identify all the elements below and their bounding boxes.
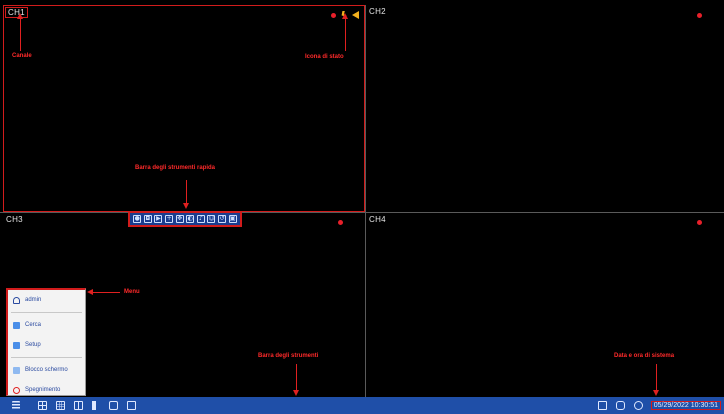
annotation-arrow [183, 203, 189, 209]
zoom-icon[interactable]: + [165, 215, 174, 223]
annotation-arrow [293, 390, 299, 396]
network-icon[interactable] [597, 401, 607, 410]
annotation-datetime: Data e ora di sistema [614, 353, 675, 359]
menu-separator [11, 312, 82, 313]
volume-icon[interactable] [92, 401, 100, 410]
layout-9-icon[interactable] [56, 401, 65, 410]
menu-item-label: Setup [25, 342, 41, 348]
color-icon[interactable]: ◐ [186, 215, 195, 223]
menu-item-label: Blocco schermo [25, 367, 68, 373]
image-icon[interactable] [127, 401, 136, 410]
grid-divider [0, 212, 724, 213]
audio-icon[interactable]: ♪ [196, 215, 205, 223]
record-icon[interactable]: ● [133, 215, 142, 223]
channel-cell-4[interactable]: CH4 [366, 213, 724, 397]
face-icon[interactable]: ☺ [207, 215, 216, 223]
start-menu: admin Cerca Setup Blocco schermo Spegnim… [6, 288, 86, 396]
annotation-arrow [653, 390, 659, 396]
ptz-icon[interactable]: ✥ [175, 215, 184, 223]
annotation-status: Icona di stato [305, 54, 344, 60]
record-status-icon [331, 12, 336, 18]
channel-cell-1[interactable]: CH1 [3, 5, 365, 212]
channel-label: CH2 [369, 7, 386, 16]
annotation-line [656, 364, 657, 392]
menu-item-user[interactable]: admin [8, 290, 85, 310]
annotation-quickbar: Barra degli strumenti rapida [135, 165, 216, 171]
power-icon [13, 386, 20, 394]
record-status-icon [338, 220, 343, 225]
menu-item-lock-screen[interactable]: Blocco schermo [8, 360, 85, 380]
annotation-arrow [342, 13, 348, 19]
annotation-arrow [87, 289, 93, 295]
user-icon [13, 296, 20, 304]
menu-item-setup[interactable]: Setup [8, 335, 85, 355]
setup-icon [13, 341, 20, 349]
lock-screen-icon [13, 366, 20, 374]
annotation-line [296, 364, 297, 392]
layout-4-icon[interactable] [38, 401, 47, 410]
grid-divider [365, 5, 366, 397]
menu-separator [11, 357, 82, 358]
menu-item-label: Cerca [25, 322, 42, 328]
annotation-toolbar: Barra degli strumenti [258, 353, 319, 359]
taskbar: 05/29/2022 10:30:51 [0, 397, 724, 414]
sequence-icon[interactable] [74, 401, 83, 410]
annotation-line [20, 17, 21, 51]
search-icon [13, 321, 20, 329]
menu-item-label: Spegnimento [25, 387, 61, 393]
record-status-icon [697, 13, 702, 18]
ptz-icon[interactable] [109, 401, 118, 410]
menu-item-search[interactable]: Cerca [8, 315, 85, 335]
info-icon[interactable] [633, 401, 643, 410]
annotation-line [345, 17, 346, 51]
live-view-grid: CH1 CH2 CH3 CH4 [0, 0, 724, 397]
annotation-channel: Canale [12, 53, 32, 59]
alarm-icon [352, 11, 359, 19]
annotation-line [92, 292, 120, 293]
menu-item-label: admin [25, 297, 42, 303]
menu-icon[interactable] [12, 401, 20, 410]
annotation-menu: Menu [124, 289, 140, 295]
record-status-icon [697, 220, 702, 225]
channel-label: CH4 [369, 215, 386, 224]
record-icon[interactable] [615, 401, 625, 410]
system-clock: 05/29/2022 10:30:51 [650, 401, 721, 410]
lock-icon[interactable]: ▣ [228, 215, 237, 223]
reverse-icon[interactable]: ↺ [218, 215, 227, 223]
channel-label: CH3 [6, 215, 23, 224]
playback-icon[interactable]: ▶ [154, 215, 163, 223]
quick-toolbar: ● ◘ ▶ + ✥ ◐ ♪ ☺ ↺ ▣ [128, 211, 242, 227]
snapshot-icon[interactable]: ◘ [143, 215, 152, 223]
annotation-arrow [17, 13, 23, 19]
annotation-line [186, 180, 187, 205]
channel-cell-2[interactable]: CH2 [366, 5, 724, 212]
